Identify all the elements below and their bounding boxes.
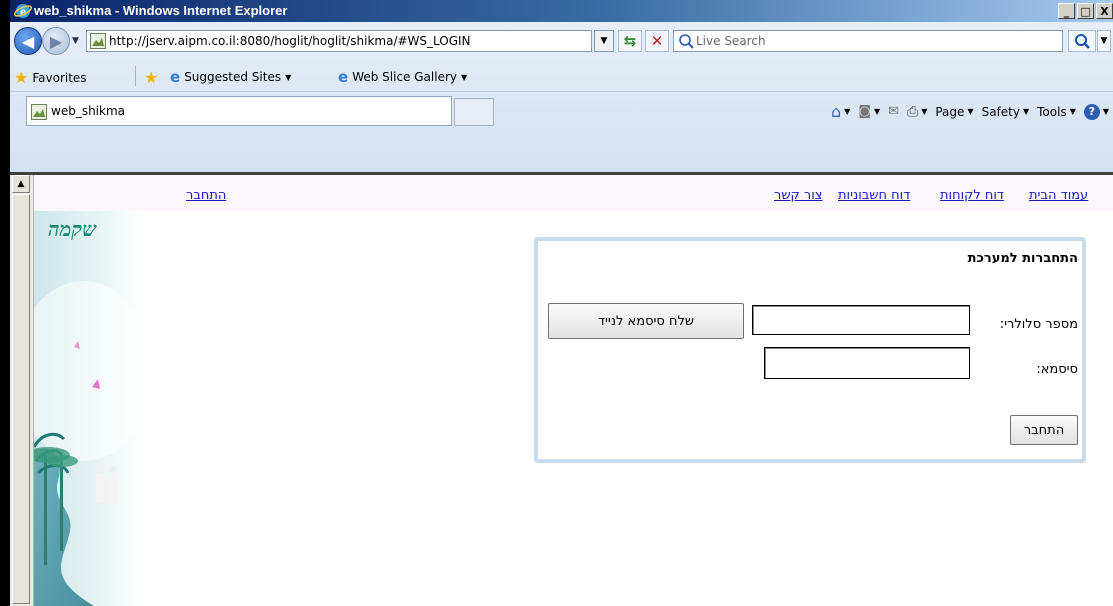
search-placeholder: Live Search [696,34,766,48]
safety-menu[interactable]: Safety ▼ [982,105,1030,119]
mail-icon: ✉ [888,104,899,119]
print-button[interactable]: ⎙ ▼ [907,104,927,120]
help-icon: ? [1083,103,1100,120]
browser-chrome: ◀ ▶ ▼ http://jserv.aipm.co.il:8080/hogli… [10,22,1113,172]
favorites-label: Favorites [32,70,87,85]
arrow-up-icon: ▲ [17,179,25,189]
nav-customers-report-link[interactable]: דוח לקוחות [940,188,1004,203]
tools-menu[interactable]: Tools ▼ [1037,105,1076,119]
address-dropdown[interactable]: ▼ [594,30,614,52]
stop-icon: ✕ [650,32,664,50]
search-go-button[interactable] [1068,30,1096,52]
command-bar: ⌂ ▼ ◙ ▼ ✉ ⎙ ▼ Page ▼ Safety ▼ Tools ▼ ? … [831,102,1109,121]
help-button[interactable]: ? ▼ [1083,103,1109,120]
recent-pages-dropdown[interactable]: ▼ [72,36,79,46]
login-panel: התחברות למערכת מספר סלולרי: שלח סיסמא לנ… [534,237,1086,463]
search-input[interactable]: Live Search [673,30,1063,52]
tab-web-shikma[interactable]: web_shikma [26,96,452,126]
ie-logo-icon: e [14,4,32,19]
stop-button[interactable]: ✕ [645,30,669,52]
new-tab-button[interactable] [454,98,494,126]
nav-contact-link[interactable]: צור קשר [774,188,823,203]
phone-input[interactable] [752,305,970,335]
chevron-down-icon: ▼ [844,107,851,116]
site-favicon-icon [31,104,47,120]
site-favicon-icon [90,33,106,49]
chevron-down-icon: ▼ [1069,107,1076,116]
chevron-down-icon: ▼ [967,107,974,116]
site-nav: התחבר עמוד הבית דוח לקוחות דוח חשבוניות … [34,175,1113,211]
vertical-scrollbar[interactable]: ▲ [10,175,34,606]
password-input[interactable] [764,347,970,379]
nav-invoices-report-link[interactable]: דוח חשבוניות [838,188,910,203]
search-options-dropdown[interactable]: ▼ [1097,30,1111,52]
arrow-left-icon: ◀ [21,31,35,51]
search-icon [1075,34,1090,49]
close-button[interactable]: X [1096,3,1113,19]
browser-window: e web_shikma - Windows Internet Explorer… [10,0,1113,606]
chevron-down-icon: ▼ [1102,107,1109,116]
page-menu-label: Page [935,104,965,119]
chevron-down-icon: ▼ [921,107,928,116]
login-button[interactable]: התחבר [1010,415,1078,445]
safety-menu-label: Safety [981,104,1020,119]
web-page: התחבר עמוד הבית דוח לקוחות דוח חשבוניות … [34,175,1113,606]
password-label: סיסמא: [1036,362,1078,377]
add-to-favorites-button[interactable]: ★ [144,68,158,87]
tab-label: web_shikma [51,104,125,118]
title-bar: e web_shikma - Windows Internet Explorer… [10,0,1113,22]
home-icon: ⌂ [831,102,842,121]
web-slice-gallery-link[interactable]: e Web Slice Gallery ▼ [338,68,467,86]
page-viewport: ▲ התחבר עמוד הבית דוח לקוחות דוח חשבוניו… [10,175,1113,606]
read-mail-button[interactable]: ✉ [888,104,899,119]
address-row: ◀ ▶ ▼ http://jserv.aipm.co.il:8080/hogli… [10,24,1113,58]
divider [135,66,136,86]
printer-icon: ⎙ [907,103,919,120]
window-title: web_shikma - Windows Internet Explorer [34,3,288,18]
phone-label: מספר סלולרי: [999,317,1078,332]
add-favorite-icon: ★ [144,68,159,87]
page-menu[interactable]: Page ▼ [935,105,973,119]
back-button[interactable]: ◀ [14,27,42,55]
window-controls: _ □ X [1058,3,1113,19]
chevron-down-icon: ▼ [285,72,292,82]
minimize-button[interactable]: _ [1058,3,1075,19]
favorites-bar: ★ Favorites ★ e Suggested Sites ▼ e Web … [10,60,1113,92]
site-logo: שקמה [48,217,97,241]
scroll-up-button[interactable]: ▲ [12,175,30,193]
nav-home-link[interactable]: עמוד הבית [1029,188,1088,203]
sidebar-illustration [34,281,144,606]
forward-button[interactable]: ▶ [42,27,70,55]
suggested-sites-label: Suggested Sites [184,70,282,84]
chevron-down-icon: ▼ [873,107,881,116]
star-icon: ★ [14,68,29,87]
ie-page-icon: e [338,68,349,86]
suggested-sites-link[interactable]: e Suggested Sites ▼ [170,68,291,86]
scroll-thumb[interactable] [12,194,30,604]
refresh-button[interactable]: ⇆ [618,30,642,52]
chevron-down-icon: ▼ [460,72,468,82]
favorites-button[interactable]: ★ Favorites [14,68,87,87]
chevron-down-icon: ▼ [1022,107,1030,116]
feeds-button[interactable]: ◙ ▼ [858,104,880,119]
nav-login-link[interactable]: התחבר [186,188,226,203]
maximize-button[interactable]: □ [1077,3,1094,19]
tab-row: web_shikma ⌂ ▼ ◙ ▼ ✉ ⎙ ▼ Page ▼ Safety ▼… [10,94,1113,128]
rss-icon: ◙ [858,104,871,119]
arrow-right-icon: ▶ [49,31,63,51]
home-button[interactable]: ⌂ ▼ [831,102,850,121]
send-sms-password-button[interactable]: שלח סיסמא לנייד [548,303,744,339]
search-icon [679,34,694,49]
refresh-icon: ⇆ [623,32,637,50]
decorative-sidebar: שקמה [34,211,144,606]
ie-page-icon: e [170,68,181,86]
tools-menu-label: Tools [1037,104,1067,119]
address-bar[interactable]: http://jserv.aipm.co.il:8080/hoglit/hogl… [86,30,592,52]
login-heading: התחברות למערכת [967,251,1078,266]
web-slice-gallery-label: Web Slice Gallery [352,70,457,84]
url-text: http://jserv.aipm.co.il:8080/hoglit/hogl… [109,34,471,48]
